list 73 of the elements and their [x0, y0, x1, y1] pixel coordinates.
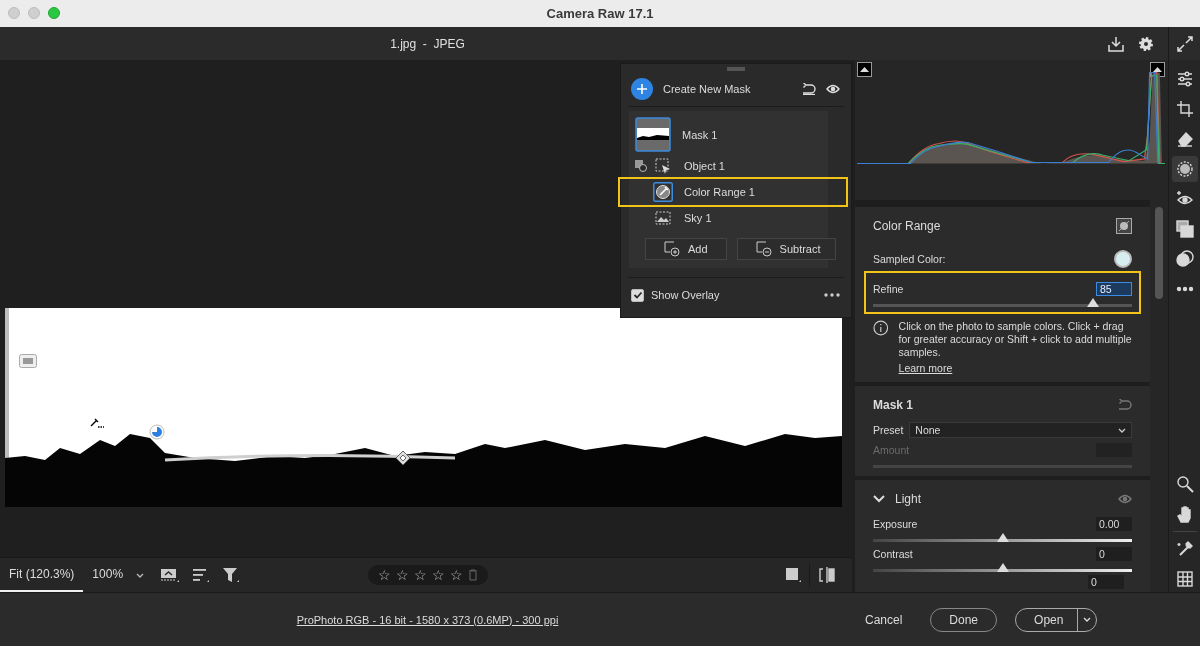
slider-label: Amount	[873, 444, 910, 456]
filter-icon[interactable]	[222, 567, 241, 583]
star-icon[interactable]: ☆	[414, 568, 428, 582]
subtract-button[interactable]: Subtract	[736, 238, 836, 260]
slider-label: Refine	[873, 283, 904, 295]
scrollbar-thumb[interactable]	[1155, 207, 1163, 299]
file-name: 1.jpg - JPEG	[390, 36, 465, 51]
preset-label: Preset	[873, 424, 904, 436]
create-mask-button[interactable]	[631, 77, 653, 100]
zoom-tab[interactable]: 100%	[83, 558, 133, 592]
value-field[interactable]: 0	[1088, 575, 1124, 589]
settings-icon[interactable]	[1138, 35, 1154, 52]
subtract-mask-icon	[755, 241, 772, 257]
add-button[interactable]: Add	[645, 238, 727, 260]
section-title: Mask 1	[873, 398, 914, 412]
star-icon[interactable]: ☆	[450, 568, 464, 582]
eyedropper-cursor-icon	[90, 417, 104, 429]
background-swatch-icon[interactable]	[785, 567, 801, 583]
expand-icon[interactable]	[1176, 35, 1193, 52]
more-icon[interactable]	[824, 293, 840, 297]
sort-icon[interactable]	[192, 567, 211, 583]
show-overlay-checkbox[interactable]	[631, 288, 644, 302]
mask-thumbnail[interactable]	[635, 117, 671, 152]
masking-tool-icon[interactable]	[1171, 156, 1198, 182]
create-mask-label: Create New Mask	[663, 82, 752, 95]
add-mask-icon	[664, 241, 680, 257]
slider-label: Contrast	[873, 548, 913, 560]
caret-icon[interactable]	[136, 572, 145, 578]
invert-mask-icon[interactable]	[1116, 218, 1132, 234]
rating-stars[interactable]: ☆ ☆ ☆ ☆ ☆	[368, 565, 489, 585]
chevron-icon[interactable]	[873, 495, 885, 503]
mask-pin-icon[interactable]	[395, 450, 411, 466]
sample-pin-icon[interactable]	[149, 424, 165, 440]
mask-component-name[interactable]: Sky 1	[684, 212, 712, 224]
color-range-icon[interactable]	[653, 182, 673, 202]
undo-icon[interactable]	[802, 82, 816, 95]
drag-handle[interactable]	[727, 67, 745, 71]
reset-icon[interactable]	[1118, 399, 1132, 411]
mask-name[interactable]: Mask 1	[682, 128, 718, 141]
zoom-window-icon[interactable]	[48, 7, 60, 19]
star-icon[interactable]: ☆	[378, 568, 392, 582]
section-title: Color Range	[873, 219, 941, 233]
save-icon[interactable]	[1108, 35, 1124, 52]
value-field[interactable]: 0	[1096, 547, 1132, 561]
color-swatch[interactable]	[1114, 250, 1132, 268]
plus-icon	[637, 83, 647, 94]
sampled-color-label: Sampled Color:	[873, 253, 946, 265]
section-title[interactable]: Light	[895, 492, 922, 506]
preset-dropdown[interactable]: None	[909, 422, 1132, 438]
show-overlay-label: Show Overlay	[651, 289, 721, 301]
sky-mask-icon[interactable]	[653, 208, 673, 228]
value-field[interactable]: 85	[1096, 282, 1132, 296]
mask-component-name[interactable]: Color Range 1	[684, 186, 755, 198]
compare-view-icon[interactable]	[818, 567, 836, 583]
slider-thumb[interactable]	[1087, 298, 1100, 307]
shadow-clipping-icon[interactable]	[857, 62, 872, 77]
mode-icon[interactable]	[635, 160, 647, 172]
mask-component-name[interactable]: Object 1	[684, 160, 725, 172]
cancel-button[interactable]: Cancel	[855, 607, 913, 632]
window-title: Camera Raw 17.1	[546, 6, 654, 21]
slider-label: Exposure	[873, 518, 918, 530]
slider-thumb[interactable]	[996, 533, 1009, 542]
star-icon[interactable]: ☆	[396, 568, 410, 582]
slider-thumb[interactable]	[996, 563, 1009, 572]
star-icon[interactable]: ☆	[432, 568, 446, 582]
learn-more-link[interactable]: Learn more	[898, 362, 953, 374]
info-text: Click on the photo to sample colors. Click + drag for greater accuracy or Shift + click to add multiple samples.	[898, 320, 1132, 359]
filmstrip-icon[interactable]	[160, 567, 181, 583]
info-icon	[873, 320, 889, 336]
caret-icon	[1118, 427, 1126, 433]
caret-icon	[1083, 617, 1092, 622]
image-info-link[interactable]: ProPhoto RGB - 16 bit - 1580 x 373 (0.6MP) - 300 ppi	[296, 613, 559, 626]
value-field[interactable]: 0.00	[1096, 517, 1132, 531]
